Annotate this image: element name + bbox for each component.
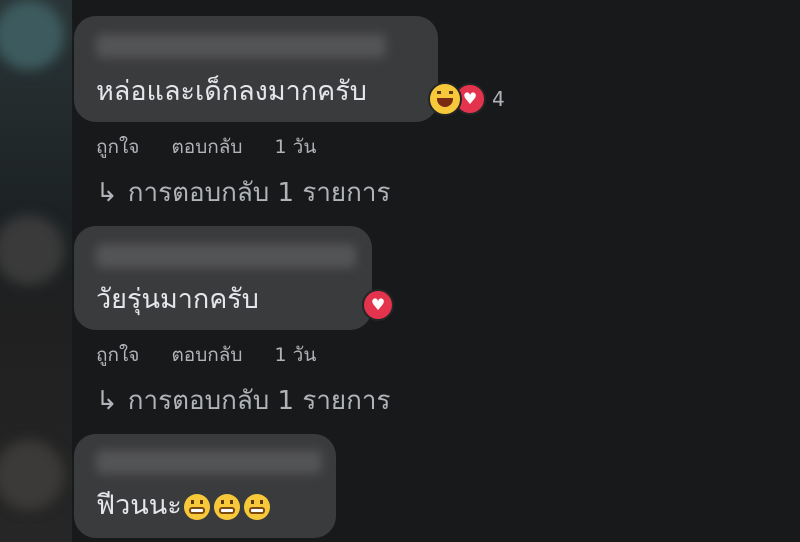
timestamp[interactable]: 1 วัน	[275, 344, 317, 366]
comment-text: ฟีวนนะ	[96, 490, 270, 522]
replies-label: การตอบกลับ 1 รายการ	[127, 386, 391, 416]
comment-actions: ถูกใจ ตอบกลับ 1 วัน	[96, 340, 342, 370]
reply-link[interactable]: ตอบกลับ	[171, 136, 242, 158]
reply-link[interactable]: ตอบกลับ	[171, 344, 242, 366]
reply-arrow-icon: ↳	[96, 178, 118, 208]
avatar[interactable]	[0, 440, 64, 510]
author-name-blurred[interactable]	[96, 450, 322, 474]
love-icon: ♥	[362, 289, 394, 321]
view-replies-link[interactable]: ↳ การตอบกลับ 1 รายการ	[96, 172, 390, 213]
reply-arrow-icon: ↳	[96, 386, 118, 416]
grin-icon	[243, 493, 270, 520]
timestamp[interactable]: 1 วัน	[275, 136, 317, 158]
avatar-column	[0, 0, 72, 542]
reaction-summary[interactable]: ♥	[362, 288, 394, 322]
comment-text-body: ฟีวนนะ	[96, 490, 182, 521]
reaction-summary[interactable]: ♥ 4	[428, 82, 505, 116]
comment-actions: ถูกใจ ตอบกลับ 1 วัน	[96, 132, 342, 162]
author-name-blurred[interactable]	[96, 34, 386, 58]
view-replies-link[interactable]: ↳ การตอบกลับ 1 รายการ	[96, 380, 390, 421]
like-link[interactable]: ถูกใจ	[96, 344, 139, 366]
avatar[interactable]	[0, 215, 64, 285]
like-link[interactable]: ถูกใจ	[96, 136, 139, 158]
reaction-count: 4	[492, 87, 505, 111]
author-name-blurred[interactable]	[96, 244, 356, 268]
comment-text: หล่อและเด็กลงมากครับ	[96, 76, 367, 107]
grin-icon	[183, 493, 210, 520]
avatar[interactable]	[0, 0, 64, 70]
haha-icon	[428, 82, 462, 116]
comment-text: วัยรุ่นมากครับ	[96, 284, 259, 315]
grin-icon	[213, 493, 240, 520]
replies-label: การตอบกลับ 1 รายการ	[127, 178, 391, 208]
